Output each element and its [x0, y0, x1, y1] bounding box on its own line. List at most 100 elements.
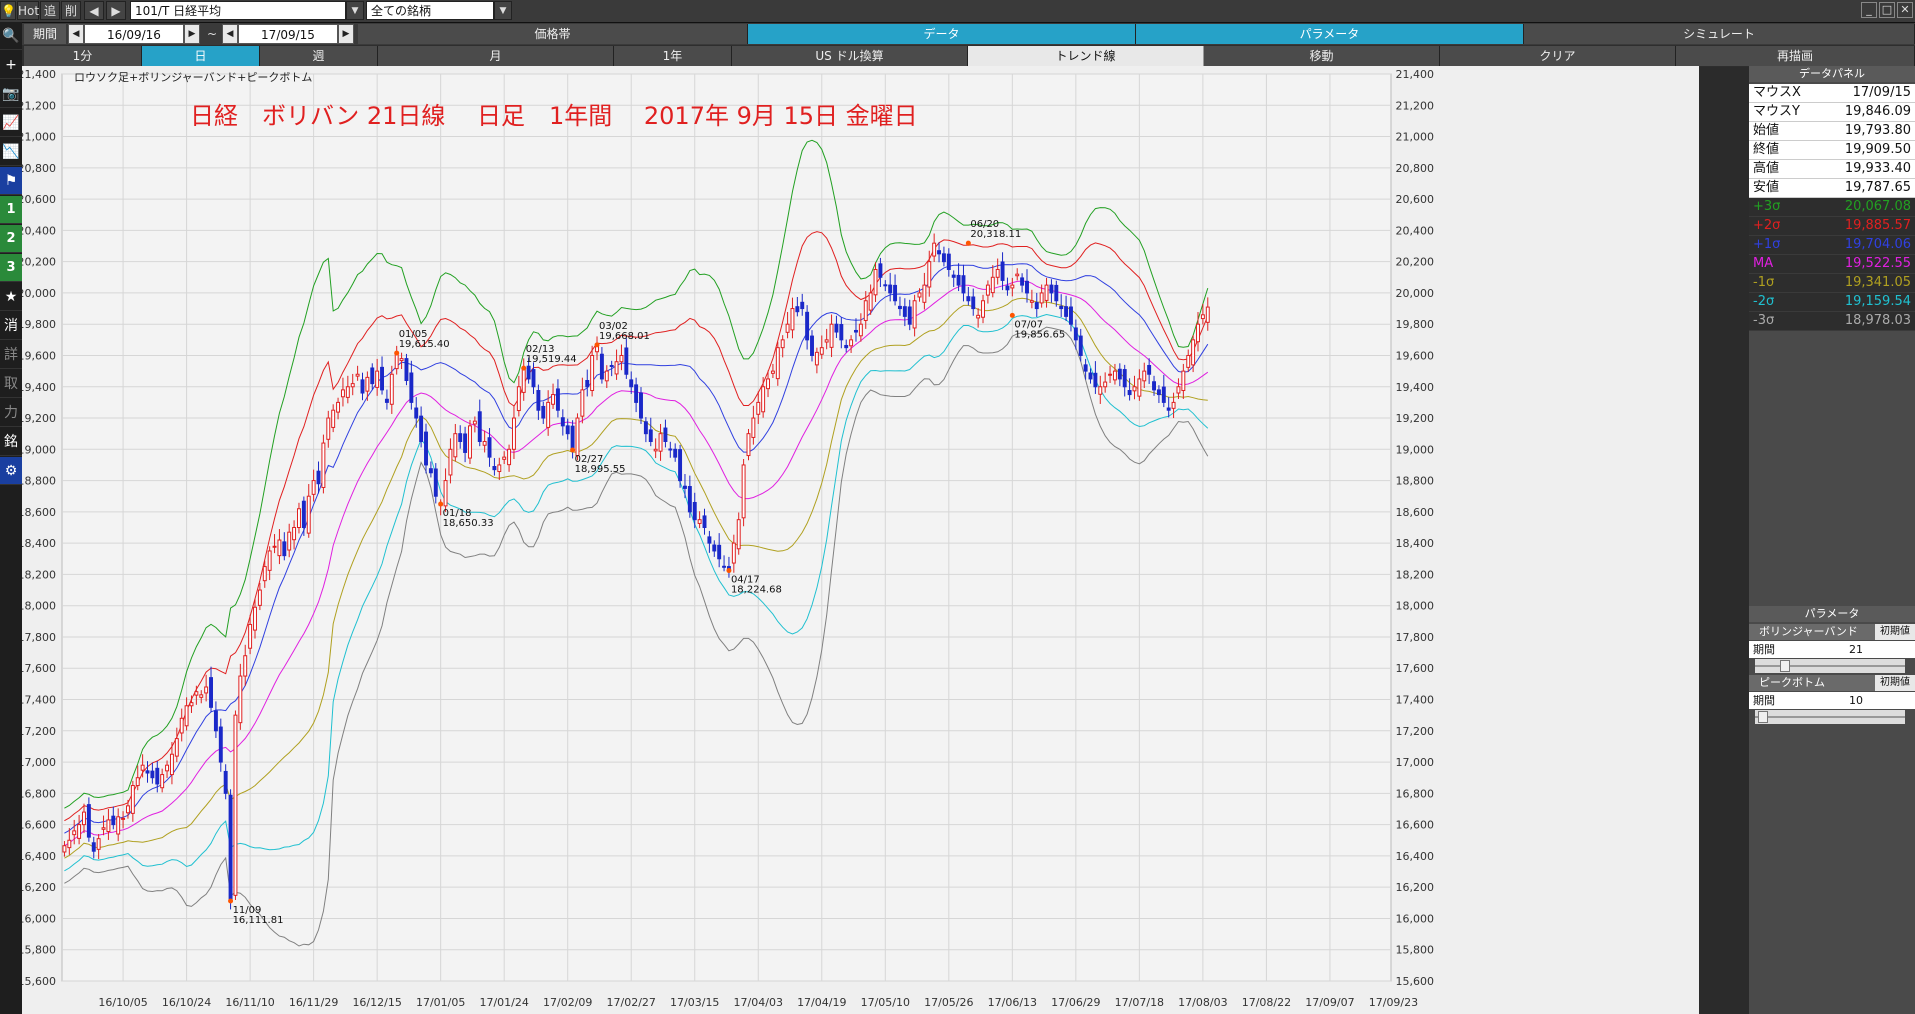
timeframe-tab-9[interactable]: クリア [1440, 46, 1676, 66]
candle-body [1025, 280, 1029, 294]
param-reset-button[interactable]: 初期値 [1875, 624, 1915, 640]
param-slider[interactable] [1755, 659, 1905, 673]
market-filter-dropdown-icon[interactable]: ▼ [494, 1, 512, 20]
end-date-field[interactable]: 17/09/15 [238, 24, 338, 44]
menu-tab-1[interactable]: 価格帯 [358, 24, 748, 44]
fetch-button[interactable]: 取 [0, 370, 22, 398]
next-symbol-button[interactable]: ▶ [106, 1, 126, 20]
candle-body [492, 466, 497, 471]
timeframe-tab-6[interactable]: US ドル換算 [732, 46, 968, 66]
y-tick-label-right: 16,200 [1396, 881, 1435, 894]
candle-body [135, 777, 140, 787]
peak-value-label: 19,519.44 [526, 354, 577, 365]
candle-body [829, 323, 834, 348]
peak-marker [726, 568, 732, 574]
candle-body [1034, 302, 1039, 310]
param-field-value[interactable]: 21 [1849, 641, 1863, 658]
minimize-icon[interactable]: _ [1861, 2, 1877, 18]
y-tick-label-right: 20,400 [1396, 224, 1435, 237]
candle-body [619, 354, 624, 363]
crosshair-icon[interactable]: + [0, 51, 22, 79]
preset-3-button[interactable]: 3 [0, 254, 22, 282]
menu-tab-2[interactable]: データ [748, 24, 1136, 44]
detail-button[interactable]: 詳 [0, 341, 22, 369]
candle-body [516, 386, 521, 412]
y-tick-label-right: 19,200 [1396, 412, 1435, 425]
line-chart-icon[interactable]: 📈 [0, 109, 22, 137]
hot-button[interactable]: Hot [17, 1, 39, 20]
market-filter-field[interactable]: 全ての銘柄 [366, 1, 494, 20]
y-tick-label-left: 19,400 [22, 381, 56, 394]
candle-body [639, 392, 643, 419]
timeframe-tab-1[interactable]: 1分 [24, 46, 142, 66]
start-date-field[interactable]: 16/09/16 [84, 24, 184, 44]
param-slider[interactable] [1755, 710, 1905, 724]
data-row: -3σ 18,978.03 [1749, 312, 1915, 331]
y-tick-label-left: 18,800 [22, 475, 56, 488]
timeframe-tab-8[interactable]: 移動 [1204, 46, 1440, 66]
candle-body [355, 373, 360, 377]
candle-body [389, 373, 394, 405]
flag-icon[interactable]: ⚑ [0, 167, 22, 195]
candle-body [917, 292, 922, 298]
symbol-field[interactable]: 101/T 日経平均 [130, 1, 346, 20]
timeframe-tab-10[interactable]: 再描画 [1676, 46, 1915, 66]
end-date-prev-icon[interactable]: ◀ [222, 24, 238, 44]
candle-body [130, 785, 135, 814]
candle-body [717, 544, 722, 560]
param-field-value[interactable]: 10 [1849, 692, 1863, 709]
camera-icon[interactable]: 📷 [0, 80, 22, 108]
start-date-next-icon[interactable]: ▶ [184, 24, 200, 44]
prev-symbol-button[interactable]: ◀ [84, 1, 104, 20]
date-range-separator: ~ [206, 27, 218, 41]
timeframe-tab-5[interactable]: 1年 [614, 46, 732, 66]
preset-2-button[interactable]: 2 [0, 225, 22, 253]
maximize-icon[interactable]: □ [1879, 2, 1895, 18]
param-slider-knob[interactable] [1780, 660, 1791, 672]
x-tick-label: 17/04/19 [797, 996, 846, 1009]
start-date-prev-icon[interactable]: ◀ [68, 24, 84, 44]
candle-body [253, 606, 257, 631]
timeframe-tab-4[interactable]: 月 [378, 46, 614, 66]
timeframe-tab-2[interactable]: 日 [142, 46, 260, 66]
menu-tab-4[interactable]: シミュレート [1524, 24, 1915, 44]
preset-1-button[interactable]: 1 [0, 196, 22, 224]
timeframe-tab-7[interactable]: トレンド線 [968, 46, 1204, 66]
search-icon[interactable]: 🔍 [0, 22, 22, 50]
candle-body [697, 519, 702, 524]
chart-area[interactable]: 15,600 15,600 15,800 15,800 16,000 16,000 16,2… [22, 66, 1699, 1014]
candle-body [590, 354, 595, 392]
candle-body [1064, 306, 1069, 317]
erase-button[interactable]: 消 [0, 312, 22, 340]
candlestick-chart[interactable]: 15,600 15,600 15,800 15,800 16,000 16,000 16,2… [22, 66, 1749, 1014]
candle-body [238, 675, 243, 724]
menu-tab-3[interactable]: パラメータ [1136, 24, 1524, 44]
timeframe-tab-3[interactable]: 週 [260, 46, 378, 66]
y-tick-label-left: 19,800 [22, 318, 56, 331]
star-icon[interactable]: ★ [0, 283, 22, 311]
delete-button[interactable]: 削 [61, 1, 81, 20]
data-row-value: 19,704.06 [1844, 237, 1911, 252]
param-section-name: ボリンジャーバンド [1759, 625, 1858, 638]
param-slider-knob[interactable] [1757, 711, 1768, 723]
param-reset-button[interactable]: 初期値 [1875, 675, 1915, 691]
candle-body [790, 308, 795, 331]
close-icon[interactable]: ✕ [1897, 2, 1913, 18]
add-button[interactable]: 追 [40, 1, 60, 20]
symbol-button[interactable]: 銘 [0, 428, 22, 456]
data-row-label: MA [1753, 256, 1774, 271]
candle-body [272, 545, 277, 548]
power-button[interactable]: 力 [0, 399, 22, 427]
candle-body [746, 433, 751, 457]
candle-body [795, 306, 800, 313]
symbol-dropdown-icon[interactable]: ▼ [346, 1, 364, 20]
candle-body [922, 284, 927, 303]
candle-body [692, 501, 697, 521]
end-date-next-icon[interactable]: ▶ [338, 24, 354, 44]
gear-icon[interactable]: ⚙ [0, 457, 22, 485]
candle-body [179, 717, 184, 734]
candle-body [555, 388, 560, 411]
indicator-chart-icon[interactable]: 📉 [0, 138, 22, 166]
y-tick-label-left: 15,800 [22, 944, 56, 957]
lightbulb-icon[interactable]: 💡 [0, 1, 16, 20]
